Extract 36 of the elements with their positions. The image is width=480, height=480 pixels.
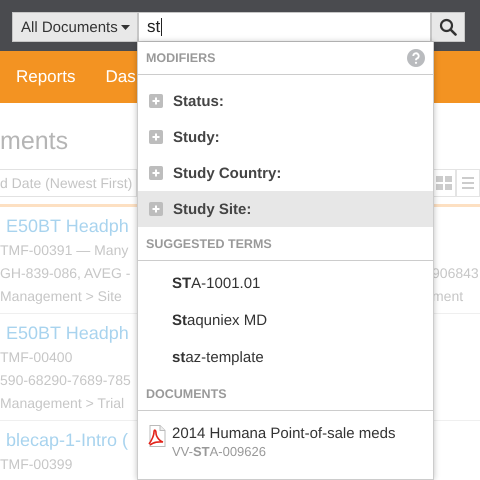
result-subtitle: TMF-00399 — [0, 455, 74, 474]
list-icon — [462, 176, 474, 190]
section-heading: SUGGESTED TERMS — [146, 237, 272, 251]
result-tags: GH-839-086, AVEG - — [0, 262, 136, 285]
scope-dropdown[interactable]: All Documents — [12, 12, 138, 42]
grid-icon — [436, 176, 452, 190]
search-field[interactable]: st — [138, 12, 431, 42]
search-button[interactable] — [431, 12, 465, 42]
page-title: ments — [0, 127, 70, 157]
plus-icon — [149, 166, 163, 180]
plus-icon — [149, 130, 163, 144]
result-path: Management > Trial — [0, 394, 126, 413]
caret-icon — [120, 24, 130, 30]
search-icon — [439, 18, 457, 36]
document-number: VV-STA-009626 — [172, 444, 267, 459]
modifier-item[interactable]: Status: — [138, 83, 433, 119]
result-tags: 590-68290-7689-785 — [0, 369, 136, 392]
suggested-term[interactable]: staz-template — [138, 339, 433, 376]
result-path: Management > Site — [0, 287, 123, 306]
list-view-button[interactable] — [456, 169, 480, 197]
pdf-file-icon — [148, 425, 166, 447]
grid-view-button[interactable] — [432, 169, 456, 197]
modifier-item[interactable]: Study Site: — [138, 191, 433, 227]
result-subtitle: TMF-00391 — Many — [0, 241, 130, 260]
suggested-term[interactable]: STA-1001.01 — [138, 265, 433, 302]
modifier-item[interactable]: Study Country: — [138, 155, 433, 191]
help-icon — [407, 49, 425, 67]
result-tags: 906843 — [432, 262, 480, 285]
result-subtitle: TMF-00400 — [0, 348, 74, 367]
suggested-term[interactable]: Staquniex MD — [138, 302, 433, 339]
modifier-item[interactable]: Study: — [138, 119, 433, 155]
section-heading: DOCUMENTS — [146, 387, 227, 401]
document-title[interactable]: 2014 Humana Point-of-sale meds — [172, 425, 396, 442]
section-heading: MODIFIERS — [146, 51, 216, 65]
plus-icon — [149, 94, 163, 108]
plus-icon — [149, 202, 163, 216]
